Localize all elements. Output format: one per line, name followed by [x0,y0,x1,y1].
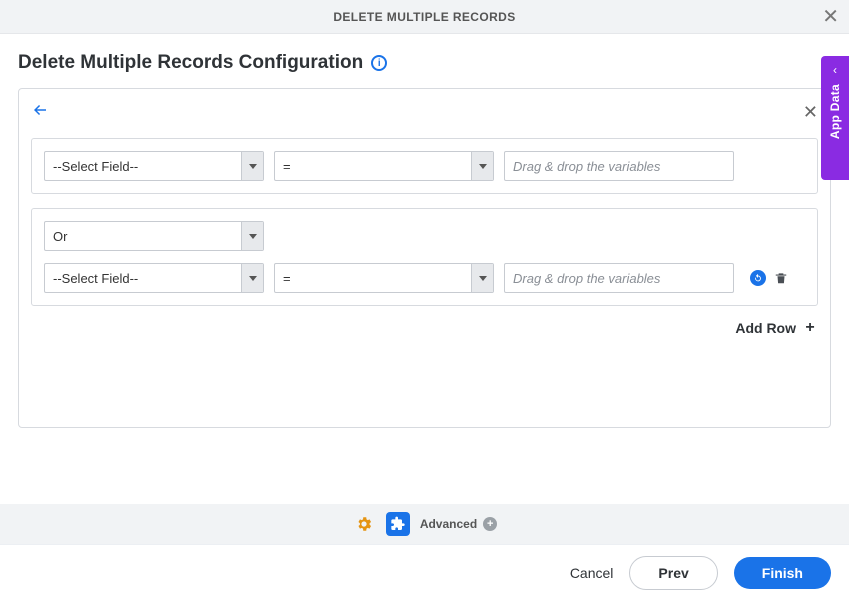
logic-row: Or [44,221,805,251]
advanced-text: Advanced [420,517,477,531]
value-drop-input[interactable] [504,263,734,293]
close-icon[interactable]: ✕ [822,7,839,27]
section-title-row: Delete Multiple Records Configuration i [18,52,831,74]
modal-body: Delete Multiple Records Configuration i … [0,34,849,504]
modal-header: DELETE MULTIPLE RECORDS ✕ [0,0,849,34]
add-row-label: Add Row [735,320,796,336]
gear-icon[interactable] [352,512,376,536]
advanced-label[interactable]: Advanced + [420,517,497,531]
chevron-left-icon: ‹ [833,64,837,76]
operator-select-value: = [275,159,471,174]
operator-select-value: = [275,271,471,286]
cancel-button[interactable]: Cancel [570,565,614,581]
finish-button[interactable]: Finish [734,557,831,589]
modal: DELETE MULTIPLE RECORDS ✕ Delete Multipl… [0,0,849,600]
add-row-button[interactable]: Add Row + [735,320,818,336]
info-icon[interactable]: i [371,55,387,71]
field-select-value: --Select Field-- [45,159,241,174]
plus-circle-icon: + [483,517,497,531]
rule-group-2: Or --Select Field-- = [31,208,818,306]
field-select[interactable]: --Select Field-- [44,151,264,181]
field-select[interactable]: --Select Field-- [44,263,264,293]
puzzle-icon[interactable] [386,512,410,536]
chevron-down-icon[interactable] [241,222,263,250]
value-drop-input[interactable] [504,151,734,181]
operator-select[interactable]: = [274,263,494,293]
rule-row: --Select Field-- = [44,151,805,181]
operator-select[interactable]: = [274,151,494,181]
logic-select[interactable]: Or [44,221,264,251]
back-arrow-icon[interactable] [31,101,49,124]
rule-group-1: --Select Field-- = [31,138,818,194]
modal-title: DELETE MULTIPLE RECORDS [333,10,515,24]
chevron-down-icon[interactable] [471,152,493,180]
chevron-down-icon[interactable] [241,264,263,292]
reset-icon[interactable] [750,270,766,286]
add-row-bar: Add Row + [31,320,818,336]
prev-button[interactable]: Prev [629,556,717,590]
app-data-side-tab[interactable]: ‹ App Data [821,56,849,180]
logic-select-value: Or [45,229,241,244]
field-select-value: --Select Field-- [45,271,241,286]
section-title: Delete Multiple Records Configuration [18,52,363,74]
condition-builder-panel: ✕ --Select Field-- = [18,88,831,428]
plus-icon: + [802,320,818,336]
modal-footer: Cancel Prev Finish [0,544,849,600]
chevron-down-icon[interactable] [471,264,493,292]
chevron-down-icon[interactable] [241,152,263,180]
side-tab-label: App Data [828,84,842,139]
row-actions [750,269,790,287]
rule-row: --Select Field-- = [44,263,805,293]
builder-toolbar: ✕ [31,101,818,124]
advanced-bar: Advanced + [0,504,849,544]
panel-close-icon[interactable]: ✕ [803,102,818,123]
trash-icon[interactable] [772,269,790,287]
